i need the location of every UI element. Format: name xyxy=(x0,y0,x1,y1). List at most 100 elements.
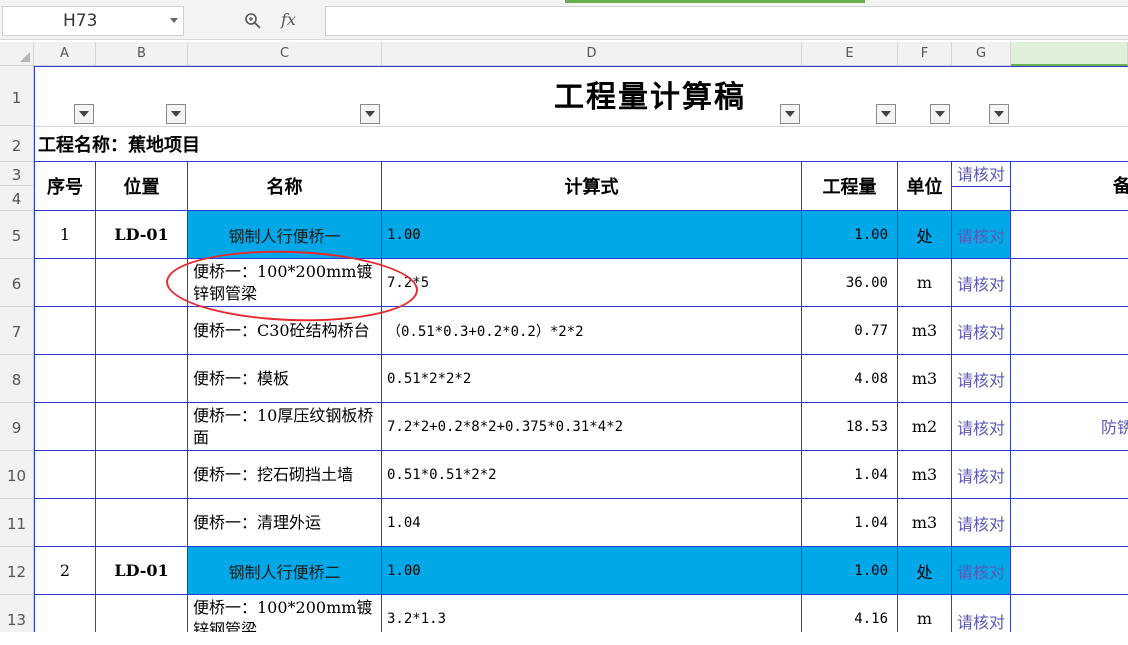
column-header-c[interactable]: C xyxy=(188,42,382,66)
cell-unit[interactable]: m3 xyxy=(898,451,952,499)
cell-quantity[interactable]: 1.00 xyxy=(802,547,898,595)
cell-unit[interactable]: 处 xyxy=(898,547,952,595)
cell-quantity[interactable]: 0.77 xyxy=(802,307,898,355)
cell-position[interactable] xyxy=(96,451,188,499)
header-quantity[interactable]: 工程量 xyxy=(802,162,898,211)
cell-remark[interactable]: 防锈 xyxy=(1011,403,1128,451)
cell-quantity[interactable]: 4.08 xyxy=(802,355,898,403)
header-remark[interactable]: 备 xyxy=(1011,162,1128,211)
cell-seq[interactable] xyxy=(35,499,96,547)
cell-check[interactable]: 请核对 xyxy=(952,595,1011,632)
cell-formula[interactable]: 3.2*1.3 xyxy=(382,595,802,632)
cell-remark[interactable] xyxy=(1011,259,1128,307)
cell-formula[interactable]: 0.51*2*2*2 xyxy=(382,355,802,403)
cell-name[interactable]: 便桥一：10厚压纹钢板桥面 xyxy=(188,403,382,451)
cell-remark[interactable] xyxy=(1011,211,1128,259)
row-header-9[interactable]: 9 xyxy=(0,403,34,451)
cell-position[interactable] xyxy=(96,595,188,632)
cell-remark[interactable] xyxy=(1011,595,1128,632)
cell-formula[interactable]: （0.51*0.3+0.2*0.2）*2*2 xyxy=(382,307,802,355)
zoom-icon[interactable] xyxy=(244,12,262,30)
row-header-6[interactable]: 6 xyxy=(0,259,34,307)
formula-input[interactable] xyxy=(325,6,1128,36)
fx-icon[interactable]: fx xyxy=(281,9,305,31)
cell-quantity[interactable]: 1.04 xyxy=(802,451,898,499)
column-header-f[interactable]: F xyxy=(898,42,952,66)
cell-quantity[interactable]: 36.00 xyxy=(802,259,898,307)
cell-seq[interactable] xyxy=(35,595,96,632)
cell-name[interactable]: 便桥一：模板 xyxy=(188,355,382,403)
cell-name[interactable]: 便桥一：清理外运 xyxy=(188,499,382,547)
column-header-b[interactable]: B xyxy=(96,42,188,66)
filter-arrow-icon[interactable] xyxy=(166,104,186,124)
cell-name[interactable]: 便桥一：挖石砌挡土墙 xyxy=(188,451,382,499)
cell-seq[interactable]: 2 xyxy=(35,547,96,595)
row-header-13[interactable]: 13 xyxy=(0,595,34,632)
cell-quantity[interactable]: 4.16 xyxy=(802,595,898,632)
filter-arrow-icon[interactable] xyxy=(780,104,800,124)
cell-check[interactable]: 请核对 xyxy=(952,451,1011,499)
cell-position[interactable] xyxy=(96,307,188,355)
header-formula[interactable]: 计算式 xyxy=(382,162,802,211)
column-header-e[interactable]: E xyxy=(802,42,898,66)
cell-formula[interactable]: 1.04 xyxy=(382,499,802,547)
cell-name[interactable]: 钢制人行便桥二 xyxy=(188,547,382,595)
header-check[interactable]: 请核对 xyxy=(952,162,1011,187)
row-header-11[interactable]: 11 xyxy=(0,499,34,547)
cell-formula[interactable]: 7.2*2+0.2*8*2+0.375*0.31*4*2 xyxy=(382,403,802,451)
cell-check[interactable]: 请核对 xyxy=(952,259,1011,307)
cell-unit[interactable]: m3 xyxy=(898,307,952,355)
cell-unit[interactable]: m3 xyxy=(898,499,952,547)
cell-seq[interactable] xyxy=(35,403,96,451)
cell-quantity[interactable]: 1.00 xyxy=(802,211,898,259)
cell-unit[interactable]: m xyxy=(898,259,952,307)
column-header-g[interactable]: G xyxy=(952,42,1011,66)
row-header-4[interactable]: 4 xyxy=(0,186,34,211)
cell-formula[interactable]: 1.00 xyxy=(382,211,802,259)
filter-arrow-icon[interactable] xyxy=(989,104,1009,124)
cell-formula[interactable]: 0.51*0.51*2*2 xyxy=(382,451,802,499)
cell-position[interactable]: LD-01 xyxy=(96,547,188,595)
row-header-2[interactable]: 2 xyxy=(0,126,34,162)
header-check-blank[interactable] xyxy=(952,187,1011,211)
column-header-h[interactable] xyxy=(1011,42,1128,66)
cell-name[interactable]: 便桥一：100*200mm镀锌钢管梁 xyxy=(188,595,382,632)
cell-check[interactable]: 请核对 xyxy=(952,403,1011,451)
cell-seq[interactable]: 1 xyxy=(35,211,96,259)
cell-unit[interactable]: m xyxy=(898,595,952,632)
dropdown-arrow-icon[interactable] xyxy=(170,18,178,23)
cell-unit[interactable]: m2 xyxy=(898,403,952,451)
cell-check[interactable]: 请核对 xyxy=(952,211,1011,259)
row-header-12[interactable]: 12 xyxy=(0,547,34,595)
cell-seq[interactable] xyxy=(35,259,96,307)
cell-remark[interactable] xyxy=(1011,355,1128,403)
cell-seq[interactable] xyxy=(35,355,96,403)
header-position[interactable]: 位置 xyxy=(96,162,188,211)
cell-quantity[interactable]: 18.53 xyxy=(802,403,898,451)
cell-seq[interactable] xyxy=(35,451,96,499)
cell-quantity[interactable]: 1.04 xyxy=(802,499,898,547)
filter-arrow-icon[interactable] xyxy=(876,104,896,124)
cell-seq[interactable] xyxy=(35,307,96,355)
filter-arrow-icon[interactable] xyxy=(930,104,950,124)
column-header-d[interactable]: D xyxy=(382,42,802,66)
cell-unit[interactable]: m3 xyxy=(898,355,952,403)
cell-check[interactable]: 请核对 xyxy=(952,307,1011,355)
row-header-8[interactable]: 8 xyxy=(0,355,34,403)
cell-position[interactable]: LD-01 xyxy=(96,211,188,259)
cell-position[interactable] xyxy=(96,499,188,547)
name-box[interactable]: H73 xyxy=(2,6,184,36)
cell-check[interactable]: 请核对 xyxy=(952,547,1011,595)
cell-check[interactable]: 请核对 xyxy=(952,355,1011,403)
row-header-3[interactable]: 3 xyxy=(0,162,34,186)
header-name[interactable]: 名称 xyxy=(188,162,382,211)
cell-remark[interactable] xyxy=(1011,307,1128,355)
cell-formula[interactable]: 1.00 xyxy=(382,547,802,595)
column-header-a[interactable]: A xyxy=(34,42,96,66)
cell-position[interactable] xyxy=(96,403,188,451)
header-seq[interactable]: 序号 xyxy=(35,162,96,211)
row-header-1[interactable]: 1 xyxy=(0,66,34,126)
cell-position[interactable] xyxy=(96,355,188,403)
header-unit[interactable]: 单位 xyxy=(898,162,952,211)
filter-arrow-icon[interactable] xyxy=(360,104,380,124)
